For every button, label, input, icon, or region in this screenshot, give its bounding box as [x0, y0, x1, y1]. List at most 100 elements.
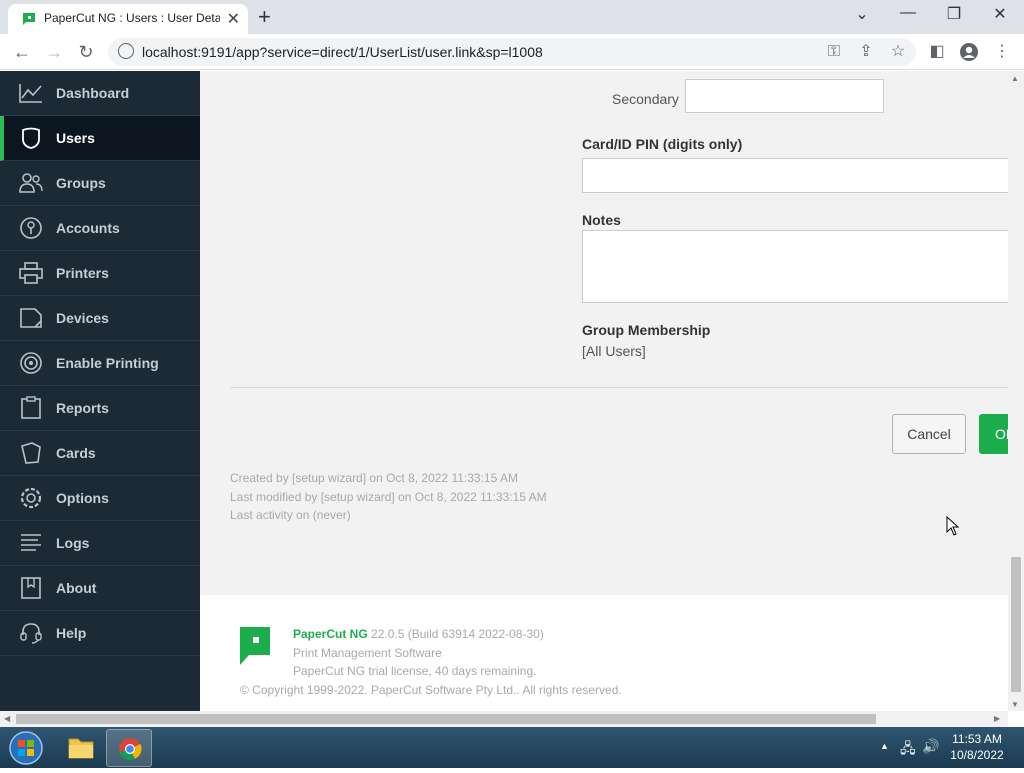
sidebar-item-label: Options: [56, 490, 109, 506]
scroll-left-icon[interactable]: ◀: [4, 714, 10, 723]
card-icon: [21, 442, 41, 464]
sidebar-item-logs[interactable]: Logs: [0, 521, 200, 566]
sidebar-item-label: Enable Printing: [56, 355, 159, 371]
sidebar-item-devices[interactable]: Devices: [0, 296, 200, 341]
footer: PaperCut NG 22.0.5 (Build 63914 2022-08-…: [200, 595, 1008, 711]
bookmark-star-icon[interactable]: ☆: [888, 42, 908, 62]
scroll-down-icon[interactable]: ▼: [1011, 700, 1019, 709]
license-info: PaperCut NG trial license, 40 days remai…: [293, 664, 537, 678]
scroll-right-icon[interactable]: ▶: [994, 714, 1000, 723]
book-icon: [21, 577, 41, 599]
sidebar-item-label: Devices: [56, 310, 109, 326]
sidebar-item-label: Cards: [56, 445, 96, 461]
cancel-button[interactable]: Cancel: [892, 414, 966, 454]
show-hidden-icons-icon[interactable]: ▲: [880, 741, 889, 751]
sidebar-item-options[interactable]: Options: [0, 476, 200, 521]
minimize-button[interactable]: —: [888, 4, 928, 28]
pin-label: Card/ID PIN (digits only): [582, 136, 743, 152]
group-membership-label: Group Membership: [582, 322, 711, 338]
gear-icon: [20, 487, 42, 509]
start-button[interactable]: [6, 729, 46, 767]
product-subtitle: Print Management Software: [293, 646, 442, 660]
headset-icon: [20, 623, 42, 644]
folder-icon: [68, 738, 94, 759]
clock-date: 10/8/2022: [950, 748, 1004, 762]
card-pin-field[interactable]: [582, 158, 1008, 193]
close-tab-icon[interactable]: ✕: [227, 9, 240, 29]
sidebar-item-reports[interactable]: Reports: [0, 386, 200, 431]
close-window-button[interactable]: ✕: [980, 4, 1020, 28]
clock-time: 11:53 AM: [952, 732, 1002, 746]
sidebar-item-label: Logs: [56, 535, 90, 551]
new-tab-button[interactable]: +: [258, 4, 271, 30]
notes-label: Notes: [582, 212, 621, 228]
share-icon[interactable]: ⇪: [856, 42, 876, 62]
sidebar-item-label: Groups: [56, 175, 106, 191]
user-shield-icon: [22, 127, 40, 149]
chrome-icon: [119, 738, 142, 760]
sidebar-item-label: Help: [56, 625, 87, 641]
papercut-logo: [240, 627, 270, 665]
activity-info: Last activity on (never): [230, 508, 351, 522]
enable-printing-icon: [20, 352, 42, 374]
sidebar-item-label: Reports: [56, 400, 109, 416]
network-icon[interactable]: 🖧: [900, 738, 916, 762]
secondary-label: Secondary: [612, 91, 679, 107]
tab-title: PaperCut NG : Users : User Detail: [44, 11, 220, 25]
copyright: © Copyright 1999-2022. PaperCut Software…: [240, 683, 622, 697]
chrome-taskbar-button[interactable]: [106, 729, 152, 767]
secondary-card-field[interactable]: [685, 79, 884, 113]
main-content: Secondary Card/ID PIN (digits only) Note…: [200, 71, 1008, 711]
volume-icon[interactable]: 🔊: [922, 738, 939, 755]
group-icon: [19, 173, 43, 193]
notes-textarea[interactable]: [582, 230, 1008, 303]
file-explorer-taskbar-button[interactable]: [58, 729, 104, 767]
windows-taskbar: [0, 727, 1024, 768]
sidebar-item-cards[interactable]: Cards: [0, 431, 200, 476]
sidebar-item-printers[interactable]: Printers: [0, 251, 200, 296]
reload-icon[interactable]: ↻: [74, 40, 98, 64]
group-membership-value: [All Users]: [582, 343, 646, 359]
sidebar-item-users[interactable]: Users: [0, 116, 200, 161]
back-icon[interactable]: ←: [10, 40, 34, 64]
product-version: 22.0.5 (Build 63914 2022-08-30): [371, 627, 544, 641]
vertical-scroll-thumb[interactable]: [1011, 557, 1021, 692]
address-bar[interactable]: localhost:9191/app?service=direct/1/User…: [108, 38, 916, 66]
sidebar-item-label: Accounts: [56, 220, 120, 236]
windows-logo-icon: [9, 731, 43, 765]
modified-info: Last modified by [setup wizard] on Oct 8…: [230, 490, 547, 504]
horizontal-scroll-thumb[interactable]: [16, 714, 876, 724]
account-icon: [20, 217, 42, 239]
created-info: Created by [setup wizard] on Oct 8, 2022…: [230, 471, 518, 485]
browser-menu-icon[interactable]: ⋮: [992, 42, 1012, 62]
clipboard-icon: [21, 396, 41, 419]
sidebar-item-help[interactable]: Help: [0, 611, 200, 656]
mouse-cursor-icon: [946, 516, 960, 536]
tab-search-icon[interactable]: ⌄: [842, 4, 882, 28]
side-panel-icon[interactable]: ◧: [927, 42, 947, 62]
profile-avatar-icon[interactable]: [959, 42, 979, 62]
divider: [230, 387, 1008, 388]
sidebar: Dashboard Users Groups Accounts Printers…: [0, 71, 200, 711]
sidebar-item-label: Users: [56, 130, 95, 146]
site-info-icon[interactable]: [118, 43, 134, 59]
taskbar-clock[interactable]: 11:53 AM 10/8/2022: [940, 731, 1014, 763]
sidebar-item-dashboard[interactable]: Dashboard: [0, 71, 200, 116]
ok-button[interactable]: OK: [979, 414, 1008, 454]
sidebar-item-label: Dashboard: [56, 85, 130, 101]
forward-icon[interactable]: →: [42, 40, 66, 64]
sidebar-item-groups[interactable]: Groups: [0, 161, 200, 206]
product-name: PaperCut NG: [293, 627, 368, 641]
restore-button[interactable]: ❐: [934, 4, 974, 28]
browser-tab[interactable]: PaperCut NG : Users : User Detail ✕: [8, 4, 248, 34]
sidebar-item-about[interactable]: About: [0, 566, 200, 611]
scroll-up-icon[interactable]: ▲: [1011, 74, 1019, 83]
printer-icon: [19, 262, 43, 284]
url-text: localhost:9191/app?service=direct/1/User…: [142, 44, 543, 60]
list-lines-icon: [21, 534, 41, 551]
papercut-favicon-icon: [23, 13, 35, 25]
sidebar-item-enable-printing[interactable]: Enable Printing: [0, 341, 200, 386]
chart-line-icon: [19, 84, 42, 103]
key-icon[interactable]: ⚿: [824, 42, 844, 62]
sidebar-item-accounts[interactable]: Accounts: [0, 206, 200, 251]
